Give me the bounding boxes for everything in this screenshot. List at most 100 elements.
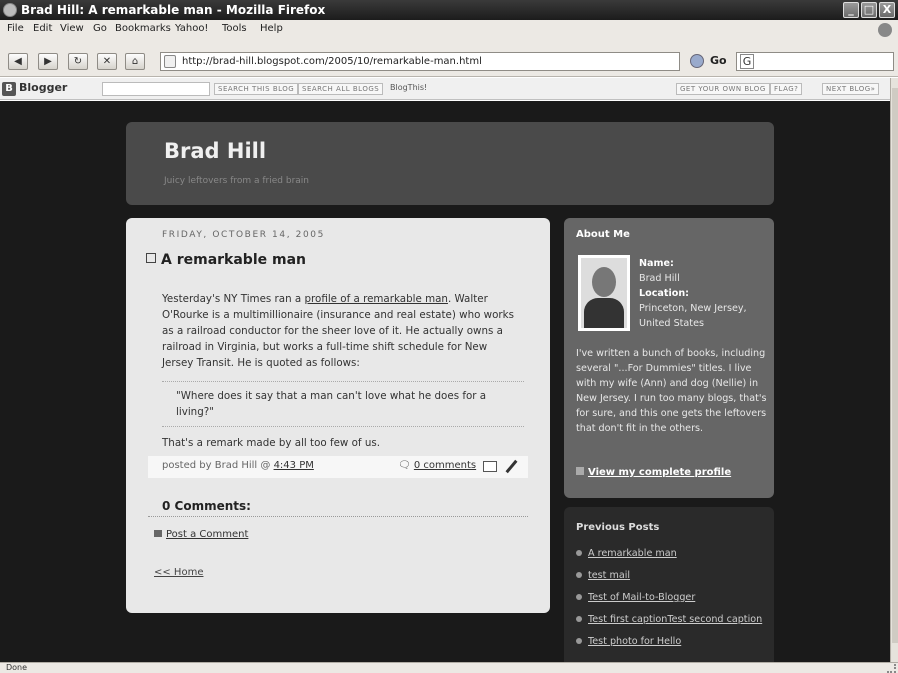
google-search-icon[interactable]: G — [740, 54, 754, 69]
blogger-logo-text: Blogger — [19, 81, 68, 94]
home-icon[interactable]: ⌂ — [125, 53, 145, 70]
blockquote: "Where does it say that a man can't love… — [162, 381, 524, 427]
post-title-text: A remarkable man — [161, 252, 306, 268]
blogger-logo[interactable]: B Blogger — [2, 81, 67, 96]
stop-icon[interactable]: ✕ — [97, 53, 117, 70]
menu-file[interactable]: File — [7, 23, 24, 34]
about-heading: About Me — [576, 229, 630, 240]
address-url[interactable]: http://brad-hill.blogspot.com/2005/10/re… — [182, 56, 482, 67]
minimize-button[interactable]: _ — [843, 2, 859, 18]
profile-name: Brad Hill — [639, 273, 680, 284]
go-icon[interactable] — [690, 54, 704, 68]
menu-edit[interactable]: Edit — [33, 23, 52, 34]
list-item[interactable]: test mail — [576, 569, 768, 582]
previous-posts-list: A remarkable man test mail Test of Mail-… — [576, 547, 768, 657]
home-link[interactable]: << Home — [154, 567, 203, 578]
address-bar[interactable]: http://brad-hill.blogspot.com/2005/10/re… — [160, 52, 680, 71]
location-label: Location: — [639, 288, 689, 299]
comment-icon — [154, 530, 162, 537]
back-icon[interactable]: ◀ — [8, 53, 28, 70]
previous-post-link[interactable]: Test first captionTest second caption — [588, 614, 762, 625]
list-item[interactable]: Test of Mail-to-Blogger — [576, 591, 768, 604]
profile-location: Princeton, New Jersey, United States — [639, 303, 747, 329]
comments-link-text[interactable]: 0 comments — [414, 460, 476, 471]
bullet-icon — [576, 572, 582, 578]
post-title-icon — [146, 253, 156, 263]
status-text: Done — [6, 663, 28, 672]
comments-link[interactable]: 🗨 0 comments — [398, 460, 476, 471]
blogthis-link[interactable]: BlogThis! — [390, 83, 427, 92]
posted-by: posted by Brad Hill @ 4:43 PM — [162, 460, 314, 471]
menu-help[interactable]: Help — [260, 23, 283, 34]
avatar[interactable] — [578, 255, 630, 331]
post-time-link[interactable]: 4:43 PM — [274, 460, 314, 471]
menu-tools[interactable]: Tools — [222, 23, 247, 34]
window-title-bar: Brad Hill: A remarkable man - Mozilla Fi… — [0, 0, 898, 20]
menu-bookmarks[interactable]: Bookmarks — [115, 23, 171, 34]
menu-go[interactable]: Go — [93, 23, 107, 34]
close-button[interactable]: X — [879, 2, 895, 18]
throbber-icon — [878, 23, 892, 37]
scrollbar-thumb[interactable] — [892, 88, 898, 643]
avatar-body — [584, 298, 624, 328]
bullet-icon — [576, 616, 582, 622]
reload-icon[interactable]: ↻ — [68, 53, 88, 70]
post-footer: posted by Brad Hill @ 4:43 PM 🗨 0 commen… — [148, 456, 528, 478]
list-item[interactable]: A remarkable man — [576, 547, 768, 560]
previous-post-link[interactable]: A remarkable man — [588, 548, 677, 559]
resize-grip-icon[interactable] — [887, 664, 896, 673]
menu-view[interactable]: View — [60, 23, 84, 34]
about-me-panel: About Me Name: Brad Hill Location: Princ… — [564, 218, 774, 498]
previous-post-link[interactable]: Test of Mail-to-Blogger — [588, 592, 695, 603]
search-all-blogs-button[interactable]: SEARCH ALL BLOGS — [298, 83, 384, 95]
bullet-icon — [576, 550, 582, 556]
next-blog-button[interactable]: NEXT BLOG» — [822, 83, 880, 95]
list-item[interactable]: Test first captionTest second caption — [576, 613, 768, 626]
go-button[interactable]: Go — [710, 54, 727, 67]
profile-bullet-icon — [576, 467, 584, 475]
post-panel: FRIDAY, OCTOBER 14, 2005 A remarkable ma… — [126, 218, 550, 613]
blog-title[interactable]: Brad Hill — [164, 139, 266, 163]
search-input[interactable]: G — [736, 52, 894, 71]
view-profile-text[interactable]: View my complete profile — [588, 467, 731, 478]
previous-post-link[interactable]: Test photo for Hello — [588, 636, 681, 647]
search-this-blog-button[interactable]: SEARCH THIS BLOG — [214, 83, 299, 95]
previous-post-link[interactable]: test mail — [588, 570, 630, 581]
bullet-icon — [576, 638, 582, 644]
menu-bar: File Edit View Go Bookmarks Yahoo! Tools… — [0, 20, 898, 37]
name-label: Name: — [639, 258, 674, 269]
blogger-search-input[interactable] — [102, 82, 210, 96]
avatar-head — [592, 267, 616, 297]
status-bar: Done — [0, 662, 898, 673]
profile-link[interactable]: profile of a remarkable man — [304, 293, 447, 305]
page-content: Brad Hill Juicy leftovers from a fried b… — [0, 101, 890, 662]
post-remark: That's a remark made by all too few of u… — [162, 437, 380, 449]
forward-icon[interactable]: ▶ — [38, 53, 58, 70]
view-profile-link[interactable]: View my complete profile — [576, 467, 731, 478]
posted-by-text: posted by Brad Hill @ — [162, 460, 274, 471]
previous-posts-heading: Previous Posts — [576, 522, 660, 533]
blogger-b-icon: B — [2, 82, 16, 96]
menu-yahoo[interactable]: Yahoo! — [175, 23, 208, 34]
edit-pencil-icon[interactable] — [505, 459, 518, 474]
window-title: Brad Hill: A remarkable man - Mozilla Fi… — [21, 3, 326, 17]
post-title: A remarkable man — [146, 252, 306, 268]
blog-description: Juicy leftovers from a fried brain — [164, 176, 309, 186]
comment-icon: 🗨 — [398, 460, 414, 471]
vertical-scrollbar[interactable] — [890, 78, 898, 662]
post-comment-link[interactable]: Post a Comment — [154, 529, 248, 540]
email-post-icon[interactable] — [483, 461, 497, 472]
post-comment-text[interactable]: Post a Comment — [166, 529, 248, 540]
get-own-blog-button[interactable]: GET YOUR OWN BLOG — [676, 83, 770, 95]
blog-header: Brad Hill Juicy leftovers from a fried b… — [126, 122, 774, 205]
firefox-icon — [3, 3, 17, 17]
bullet-icon — [576, 594, 582, 600]
navigation-toolbar: ◀ ▶ ↻ ✕ ⌂ http://brad-hill.blogspot.com/… — [0, 37, 898, 77]
list-item[interactable]: Test photo for Hello — [576, 635, 768, 648]
comments-heading: 0 Comments: — [162, 499, 251, 513]
flag-button[interactable]: FLAG? — [770, 83, 803, 95]
blogger-navbar: B Blogger SEARCH THIS BLOG SEARCH ALL BLO… — [0, 78, 898, 100]
comments-divider — [148, 516, 528, 517]
maximize-button[interactable]: □ — [861, 2, 877, 18]
previous-posts-panel: Previous Posts A remarkable man test mai… — [564, 507, 774, 662]
